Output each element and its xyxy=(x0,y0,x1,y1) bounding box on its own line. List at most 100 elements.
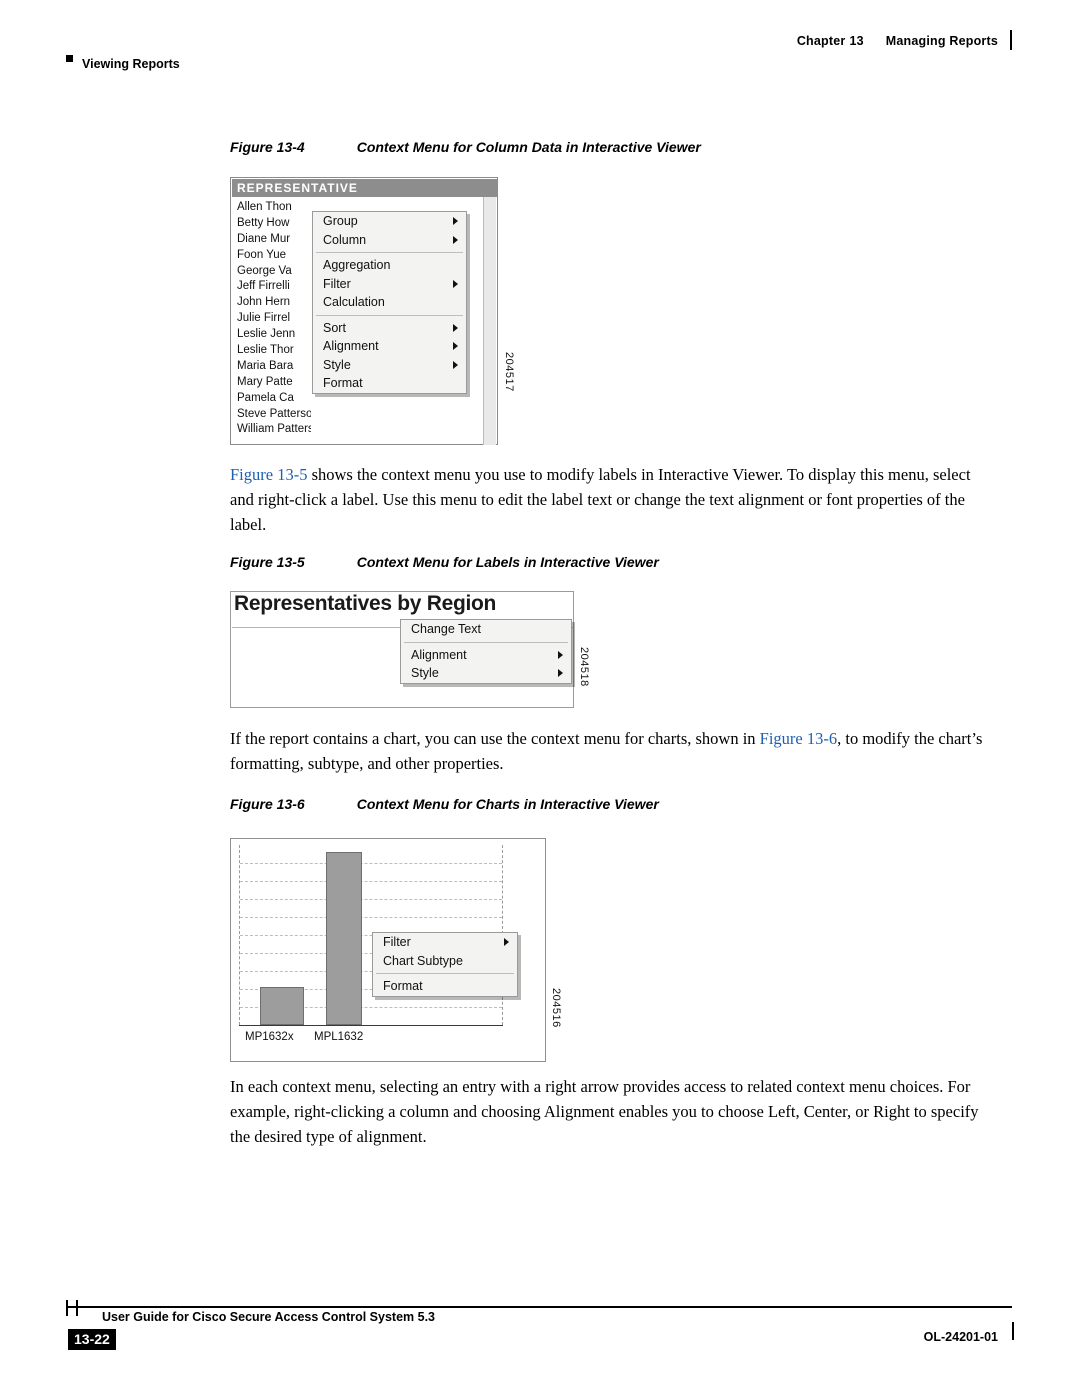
list-item: Betty How xyxy=(237,216,290,229)
menu-item-label: Calculation xyxy=(323,295,385,309)
footer-tick-left xyxy=(66,1300,68,1316)
chart-x-label: MP1632x xyxy=(245,1031,294,1043)
menu-item-alignment[interactable]: Alignment xyxy=(313,337,466,356)
list-item: Leslie Thor xyxy=(237,344,294,357)
menu-item-label: Format xyxy=(323,376,363,390)
menu-separator xyxy=(316,252,463,253)
menu-item-label: Format xyxy=(383,979,423,993)
menu-item-change-text[interactable]: Change Text xyxy=(401,620,571,639)
header-chapter-title: Managing Reports xyxy=(885,34,998,48)
menu-item-format[interactable]: Format xyxy=(313,374,466,393)
chevron-right-icon xyxy=(453,360,458,369)
list-item: Foon Yue xyxy=(237,248,287,261)
figure-13-6-caption: Figure 13-6 Context Menu for Charts in In… xyxy=(230,796,659,812)
list-item: William Patterson xyxy=(237,423,311,436)
chart-x-label: MPL1632 xyxy=(314,1031,364,1043)
label-context-menu[interactable]: Change Text Alignment Style xyxy=(400,619,572,684)
report-heading: Representatives by Region xyxy=(234,592,497,615)
column-context-menu[interactable]: Group Column Aggregation Filter Calculat… xyxy=(312,211,467,394)
menu-item-style[interactable]: Style xyxy=(401,664,571,683)
figure-13-5-reference-link[interactable]: Figure 13-5 xyxy=(230,465,307,484)
header-chapter-label: Chapter xyxy=(796,34,846,48)
menu-item-aggregation[interactable]: Aggregation xyxy=(313,256,466,275)
representative-window-title: REPRESENTATIVE xyxy=(232,179,498,197)
list-item: Leslie Jenn xyxy=(237,328,296,341)
paragraph-3: In each context menu, selecting an entry… xyxy=(230,1077,979,1146)
chevron-right-icon xyxy=(453,323,458,332)
vertical-scrollbar[interactable] xyxy=(483,197,496,445)
figure-13-5-image: Representatives by Region Change Text Al… xyxy=(230,591,590,711)
figure-13-4-side-code: 204517 xyxy=(503,352,515,392)
figure-13-4-label: Figure 13-4 xyxy=(230,139,305,155)
menu-item-label: Chart Subtype xyxy=(383,953,463,968)
figure-13-6-reference-link[interactable]: Figure 13-6 xyxy=(760,729,837,748)
paragraph-2: If the report contains a chart, you can … xyxy=(230,726,990,776)
page-number: 13-22 xyxy=(68,1329,116,1350)
menu-separator xyxy=(404,641,568,643)
document-id: OL-24201-01 xyxy=(923,1330,998,1344)
menu-item-label: Group xyxy=(323,214,358,228)
menu-separator xyxy=(376,973,514,974)
header-rule xyxy=(1010,30,1012,50)
chevron-right-icon xyxy=(558,669,563,678)
footer-tick-left-2 xyxy=(76,1300,78,1316)
menu-item-label: Change Text xyxy=(411,622,481,636)
menu-item-label: Filter xyxy=(383,935,411,949)
list-item: Mary Patte xyxy=(237,375,293,388)
menu-item-filter[interactable]: Filter xyxy=(313,275,466,294)
header-section-title: Viewing Reports xyxy=(82,57,180,71)
figure-13-6-side-code: 204516 xyxy=(550,988,562,1028)
menu-item-label: Alignment xyxy=(323,339,379,353)
figure-13-5-title: Context Menu for Labels in Interactive V… xyxy=(356,554,659,570)
list-item: Steve Patterson xyxy=(237,407,311,420)
footer-rule xyxy=(68,1306,1012,1308)
chart-bar[interactable] xyxy=(326,852,362,1025)
list-item: Julie Firrel xyxy=(237,312,291,325)
list-item: Jeff Firrelli xyxy=(237,280,290,293)
menu-item-label: Aggregation xyxy=(323,258,391,272)
representative-name-list: Allen Thon Betty How Diane Mur Foon Yue … xyxy=(237,200,311,438)
header-bullet-icon xyxy=(66,55,73,62)
header-chapter-number: 13 xyxy=(849,34,864,48)
figure-13-5-side-code: 204518 xyxy=(578,647,590,687)
menu-item-filter[interactable]: Filter xyxy=(373,933,517,952)
menu-item-label: Column xyxy=(323,232,367,247)
menu-item-style[interactable]: Style xyxy=(313,356,466,375)
figure-13-4-title: Context Menu for Column Data in Interact… xyxy=(356,139,701,155)
menu-item-label: Filter xyxy=(323,276,351,291)
figure-13-4-caption: Figure 13-4 Context Menu for Column Data … xyxy=(230,139,701,155)
chart-context-menu[interactable]: Filter Chart Subtype Format xyxy=(372,932,518,997)
figure-13-6-image: MP1632x MPL1632 Filter Chart Subtype For… xyxy=(230,838,580,1068)
list-item: John Hern xyxy=(237,296,291,309)
chevron-right-icon xyxy=(558,650,563,659)
menu-item-alignment[interactable]: Alignment xyxy=(401,646,571,665)
figure-13-6-title: Context Menu for Charts in Interactive V… xyxy=(356,796,659,812)
menu-item-chart-subtype[interactable]: Chart Subtype xyxy=(373,952,517,971)
footer-guide-title: User Guide for Cisco Secure Access Contr… xyxy=(102,1310,435,1324)
list-item: Diane Mur xyxy=(237,232,291,245)
list-item: Maria Bara xyxy=(237,359,294,372)
header-chapter: Chapter 13 Managing Reports xyxy=(797,34,998,48)
menu-separator xyxy=(316,314,463,316)
list-item: Allen Thon xyxy=(237,201,292,213)
chevron-right-icon xyxy=(453,217,458,226)
chart-x-axis xyxy=(239,1025,503,1026)
chart-bar[interactable] xyxy=(260,987,304,1025)
menu-item-sort[interactable]: Sort xyxy=(313,319,466,338)
footer-tick-right xyxy=(1012,1322,1014,1340)
list-item: Pamela Ca xyxy=(237,391,294,404)
figure-13-4-image: REPRESENTATIVE Allen Thon Betty How Dian… xyxy=(230,177,523,450)
menu-item-calculation[interactable]: Calculation xyxy=(313,293,466,312)
menu-item-label: Style xyxy=(323,357,351,372)
menu-item-column[interactable]: Column xyxy=(313,231,466,250)
chevron-right-icon xyxy=(504,938,509,947)
figure-13-5-caption: Figure 13-5 Context Menu for Labels in In… xyxy=(230,554,659,570)
paragraph-1-text: shows the context menu you use to modify… xyxy=(230,465,971,534)
menu-item-format[interactable]: Format xyxy=(373,977,517,996)
menu-item-group[interactable]: Group xyxy=(313,212,466,231)
figure-13-6-label: Figure 13-6 xyxy=(230,796,305,812)
chevron-right-icon xyxy=(453,279,458,288)
document-page: Viewing Reports Chapter 13 Managing Report… xyxy=(0,0,1080,1397)
chevron-right-icon xyxy=(453,235,458,244)
list-item: George Va xyxy=(237,264,292,277)
